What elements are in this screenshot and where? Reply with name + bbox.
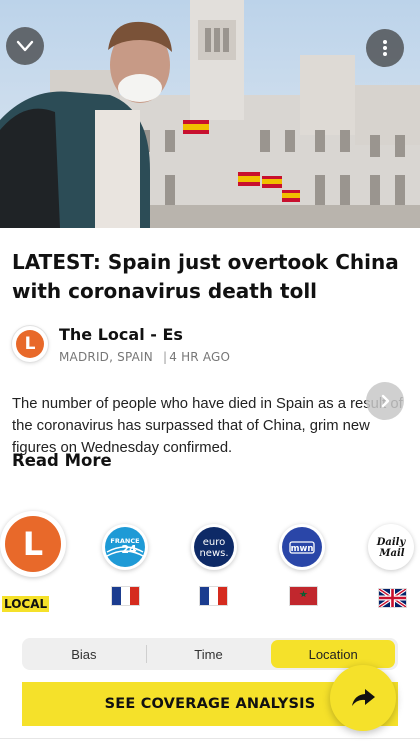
collapse-button[interactable] (6, 27, 44, 65)
hero-image (0, 0, 420, 228)
selected-outlet-label: LOCAL (2, 596, 50, 612)
flag-france-icon (112, 587, 139, 605)
outlet-logo-mwn: mwn (279, 524, 325, 570)
meta-separator: | (162, 350, 168, 364)
source-logo[interactable]: L (12, 326, 48, 362)
svg-text:Mail: Mail (378, 548, 404, 559)
chevron-right-icon (381, 394, 390, 408)
share-button[interactable] (330, 665, 396, 731)
source-logo-letter: L (16, 330, 44, 358)
svg-text:news.: news. (199, 548, 228, 559)
mwn-logo-icon: mwn (282, 527, 322, 567)
outlet-item-mwn[interactable]: mwn (279, 524, 325, 570)
outlet-logo-daily-mail: Daily Mail (368, 524, 414, 570)
outlet-item-daily-mail[interactable]: Daily Mail (368, 524, 414, 570)
more-vertical-icon (383, 40, 387, 56)
flag-morocco-icon (290, 587, 317, 605)
chevron-down-icon (16, 40, 34, 52)
svg-text:mwn: mwn (291, 544, 314, 554)
article-location: MADRID, SPAIN (59, 350, 153, 364)
more-options-button[interactable] (366, 29, 404, 67)
outlet-logo-euronews: euro news. (191, 524, 237, 570)
svg-text:euro: euro (203, 537, 226, 548)
france24-logo-icon: FRANCE 24 (105, 527, 145, 567)
tab-time[interactable]: Time (147, 640, 271, 668)
outlet-item-the-local[interactable]: L (0, 511, 66, 577)
article-age: 4 HR AGO (169, 350, 231, 364)
outlet-logo-letter: L (5, 516, 61, 572)
outlet-logo-france24: FRANCE 24 (102, 524, 148, 570)
flag-france-icon (200, 587, 227, 605)
svg-text:24: 24 (121, 543, 137, 556)
tab-bias[interactable]: Bias (22, 640, 146, 668)
share-arrow-icon (352, 689, 375, 706)
flag-uk-icon (378, 587, 407, 609)
hero-photo (0, 0, 420, 228)
next-article-button[interactable] (366, 382, 404, 420)
outlet-item-euronews[interactable]: euro news. (191, 524, 237, 570)
tab-location[interactable]: Location (271, 640, 396, 668)
source-meta: MADRID, SPAIN | 4 HR AGO (59, 350, 230, 364)
outlet-logo-the-local: L (0, 511, 66, 577)
coverage-filter-tabs: Bias Time Location (22, 638, 398, 670)
euronews-logo-icon: euro news. (194, 527, 234, 567)
svg-text:Daily: Daily (376, 537, 407, 548)
article-headline: LATEST: Spain just overtook China with c… (12, 250, 399, 303)
source-name[interactable]: The Local - Es (59, 325, 183, 344)
daily-mail-logo-icon: Daily Mail (371, 527, 411, 567)
outlet-item-france24[interactable]: FRANCE 24 (102, 524, 148, 570)
read-more-link[interactable]: Read More (12, 451, 112, 470)
bottom-divider (0, 738, 420, 739)
article-summary: The number of people who have died in Sp… (12, 396, 403, 456)
